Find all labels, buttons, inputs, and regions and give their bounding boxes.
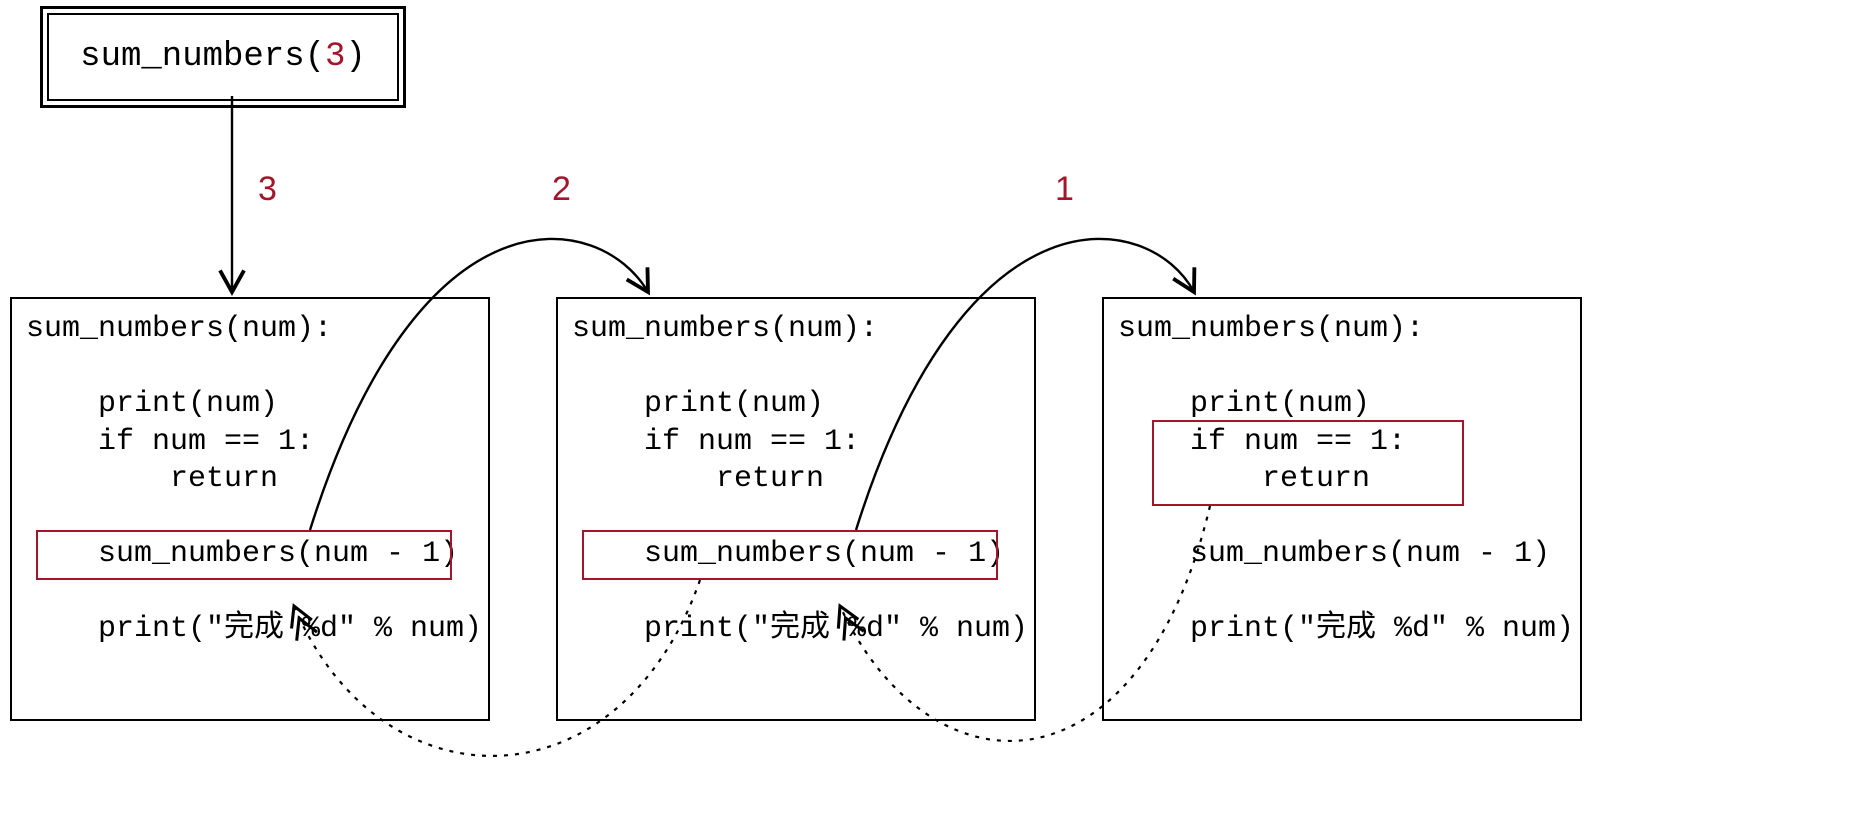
initial-call-text: sum_numbers(3) <box>80 36 366 79</box>
code-line <box>1118 574 1566 612</box>
code-line: print("完成 %d" % num) <box>26 611 474 649</box>
code-line <box>26 349 474 387</box>
code-line: sum_numbers(num - 1) <box>572 536 1020 574</box>
stack-frame-3: sum_numbers(num): print(num) if num == 1… <box>1102 297 1582 721</box>
code-line: print(num) <box>572 386 1020 424</box>
code-line <box>1118 499 1566 537</box>
code-line: if num == 1: <box>572 424 1020 462</box>
code-line <box>572 349 1020 387</box>
code-line: print(num) <box>26 386 474 424</box>
code-line <box>26 574 474 612</box>
code-line: print("完成 %d" % num) <box>572 611 1020 649</box>
initial-call-box: sum_numbers(3) <box>40 6 406 108</box>
initial-call-inner: sum_numbers(3) <box>47 13 399 101</box>
code-line: print("完成 %d" % num) <box>1118 611 1566 649</box>
code-line: sum_numbers(num): <box>572 311 1020 349</box>
code-line <box>572 499 1020 537</box>
code-line: return <box>572 461 1020 499</box>
code-line <box>572 574 1020 612</box>
code-line: sum_numbers(num - 1) <box>1118 536 1566 574</box>
code-line: sum_numbers(num): <box>26 311 474 349</box>
code-line: print(num) <box>1118 386 1566 424</box>
stack-frame-1: sum_numbers(num): print(num) if num == 1… <box>10 297 490 721</box>
code-line: if num == 1: <box>1118 424 1566 462</box>
diagram-canvas: sum_numbers(3) 3 2 1 sum_numbers(num): p… <box>0 0 1851 821</box>
edge-label-1: 3 <box>258 170 277 209</box>
code-line: return <box>26 461 474 499</box>
code-line: sum_numbers(num): <box>1118 311 1566 349</box>
code-line <box>1118 349 1566 387</box>
code-line: sum_numbers(num - 1) <box>26 536 474 574</box>
edge-label-3: 1 <box>1055 170 1074 209</box>
code-line: return <box>1118 461 1566 499</box>
code-line: if num == 1: <box>26 424 474 462</box>
code-line <box>26 499 474 537</box>
edge-label-2: 2 <box>552 170 571 209</box>
stack-frame-2: sum_numbers(num): print(num) if num == 1… <box>556 297 1036 721</box>
